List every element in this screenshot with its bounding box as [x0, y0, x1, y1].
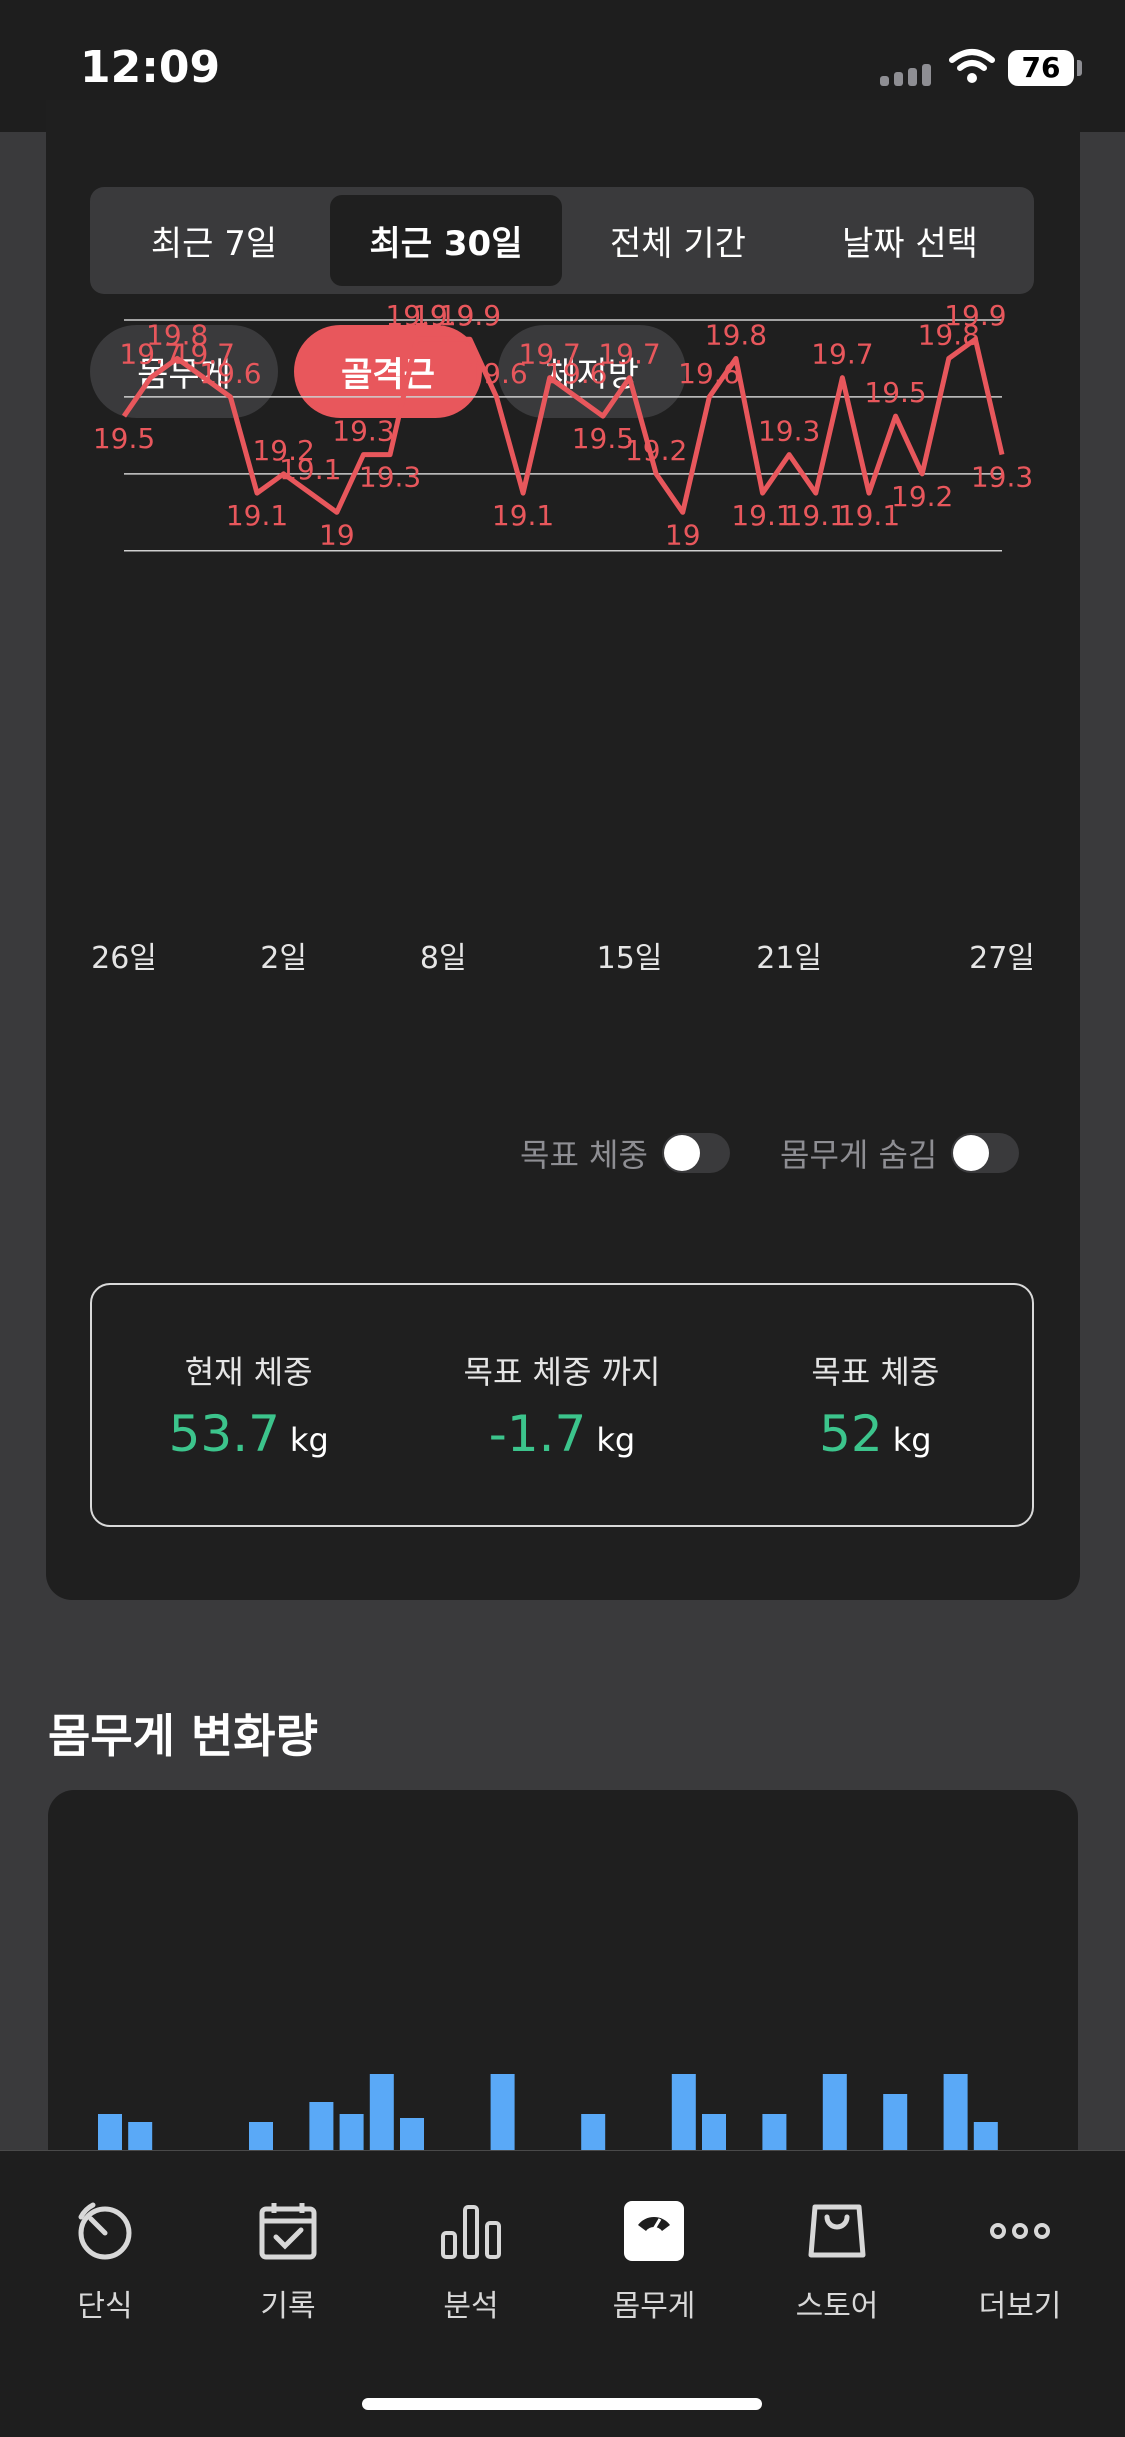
current-weight-unit: kg — [289, 1421, 329, 1459]
current-weight: 현재 체중 53.7 kg — [92, 1285, 405, 1525]
change-bar — [762, 2114, 787, 2150]
goal-weight-label: 목표 체중 — [811, 1353, 940, 1391]
battery-tip — [1077, 60, 1082, 76]
chart-x-tick-label: 2일 — [260, 941, 307, 976]
chart-data-label: 19.5 — [864, 376, 926, 409]
chart-data-label: 19.6 — [678, 357, 740, 390]
change-bar — [98, 2114, 122, 2150]
tab-store-label: 스토어 — [795, 2289, 879, 2324]
hide-weight-toggle-label: 몸무게 숨김 — [780, 1136, 938, 1174]
scale-icon — [624, 2201, 684, 2261]
chart-data-label: 19 — [665, 518, 701, 551]
hide-weight-toggle-group: 몸무게 숨김 — [780, 1130, 1020, 1176]
shopping-bag-icon — [808, 2204, 866, 2258]
calendar-check-icon — [259, 2203, 317, 2260]
change-bar — [128, 2122, 153, 2150]
goal-weight-switch[interactable] — [661, 1133, 730, 1173]
bottom-tab-bar: 단식 기록 분석 몸무게 스토어 더보기 — [0, 2150, 1125, 2437]
change-bar — [671, 2074, 696, 2150]
status-time: 12:09 — [80, 42, 221, 93]
chart-data-label: 19.7 — [811, 338, 873, 371]
change-bar — [339, 2114, 364, 2150]
weight-chart-card: 최근 7일 최근 30일 전체 기간 날짜 선택 몸무게 골격근 체지방 19.… — [46, 100, 1080, 1600]
battery-icon: 76 — [1008, 50, 1074, 86]
chart-data-label: 19.5 — [93, 422, 155, 455]
change-bar — [702, 2114, 726, 2150]
chart-data-label: 19.9 — [944, 299, 1006, 332]
tab-more-label: 더보기 — [978, 2289, 1062, 2324]
goal-weight-unit: kg — [892, 1421, 932, 1459]
chart-data-label: 19.2 — [891, 480, 953, 513]
bar-chart-icon — [441, 2205, 501, 2259]
current-weight-value: 53.7 — [168, 1405, 280, 1463]
tab-store[interactable]: 스토어 — [762, 2191, 912, 2325]
chart-x-tick-label: 26일 — [91, 941, 157, 976]
chart-x-tick-label: 21일 — [756, 941, 822, 976]
to-goal-weight: 목표 체중 까지 -1.7 kg — [405, 1285, 718, 1525]
current-weight-label: 현재 체중 — [184, 1353, 313, 1391]
to-goal-weight-unit: kg — [596, 1421, 636, 1459]
weight-change-title: 몸무게 변화량 — [48, 1709, 318, 1763]
chart-x-tick-label: 8일 — [420, 941, 467, 976]
chart-data-label: 19.1 — [279, 453, 341, 486]
change-bar — [249, 2122, 273, 2150]
chart-data-label: 19.8 — [705, 318, 767, 351]
chart-data-label: 19.2 — [625, 434, 687, 467]
chart-data-label: 19.9 — [439, 299, 501, 332]
change-bar — [943, 2074, 968, 2150]
weight-summary-box: 현재 체중 53.7 kg 목표 체중 까지 -1.7 kg 목표 체중 52 kg — [90, 1283, 1034, 1527]
tab-analysis-label: 분석 — [443, 2289, 499, 2324]
hide-weight-switch[interactable] — [951, 1133, 1020, 1173]
chart-data-label: 19.3 — [332, 415, 394, 448]
to-goal-weight-label: 목표 체중 까지 — [463, 1353, 661, 1391]
change-bar — [309, 2102, 334, 2150]
wifi-icon — [949, 49, 995, 83]
timer-icon — [78, 2202, 132, 2260]
change-bar — [400, 2118, 424, 2150]
home-indicator — [362, 2398, 762, 2410]
chart-x-tick-label: 27일 — [969, 941, 1035, 976]
chart-data-label: 19.6 — [199, 357, 261, 390]
chart-toggles: 목표 체중 몸무게 숨김 — [46, 1130, 1080, 1190]
tab-weight[interactable]: 몸무게 — [579, 2191, 729, 2325]
chart-data-label: 19.3 — [971, 461, 1033, 494]
chart-x-tick-label: 15일 — [597, 941, 663, 976]
goal-weight-value: 52 — [819, 1405, 883, 1463]
change-bar — [490, 2074, 515, 2150]
change-bar — [581, 2114, 606, 2150]
tab-more[interactable]: 더보기 — [945, 2191, 1095, 2325]
chart-data-label: 19.7 — [598, 338, 660, 371]
chart-data-label: 19.1 — [226, 499, 288, 532]
change-bar — [883, 2094, 908, 2150]
tab-fasting[interactable]: 단식 — [30, 2191, 180, 2325]
signal-icon — [880, 62, 936, 86]
tab-weight-label: 몸무게 — [612, 2289, 696, 2324]
tab-record[interactable]: 기록 — [213, 2191, 363, 2325]
tab-analysis[interactable]: 분석 — [396, 2191, 546, 2325]
chart-data-label: 19 — [319, 518, 355, 551]
change-bar — [822, 2074, 847, 2150]
to-goal-weight-value: -1.7 — [488, 1405, 587, 1463]
tab-fasting-label: 단식 — [77, 2289, 133, 2324]
change-bar — [369, 2074, 394, 2150]
muscle-line-chart: 19.519.719.819.719.619.119.219.11919.319… — [91, 299, 1035, 976]
more-icon — [990, 2223, 1050, 2239]
chart-data-label: 19.3 — [758, 415, 820, 448]
chart-data-label: 19.1 — [492, 499, 554, 532]
goal-weight: 목표 체중 52 kg — [719, 1285, 1032, 1525]
tab-record-label: 기록 — [260, 2289, 316, 2324]
goal-weight-toggle-group: 목표 체중 — [520, 1130, 730, 1176]
change-bar — [973, 2122, 998, 2150]
goal-weight-toggle-label: 목표 체중 — [520, 1136, 648, 1174]
chart-data-label: 19.3 — [359, 461, 421, 494]
